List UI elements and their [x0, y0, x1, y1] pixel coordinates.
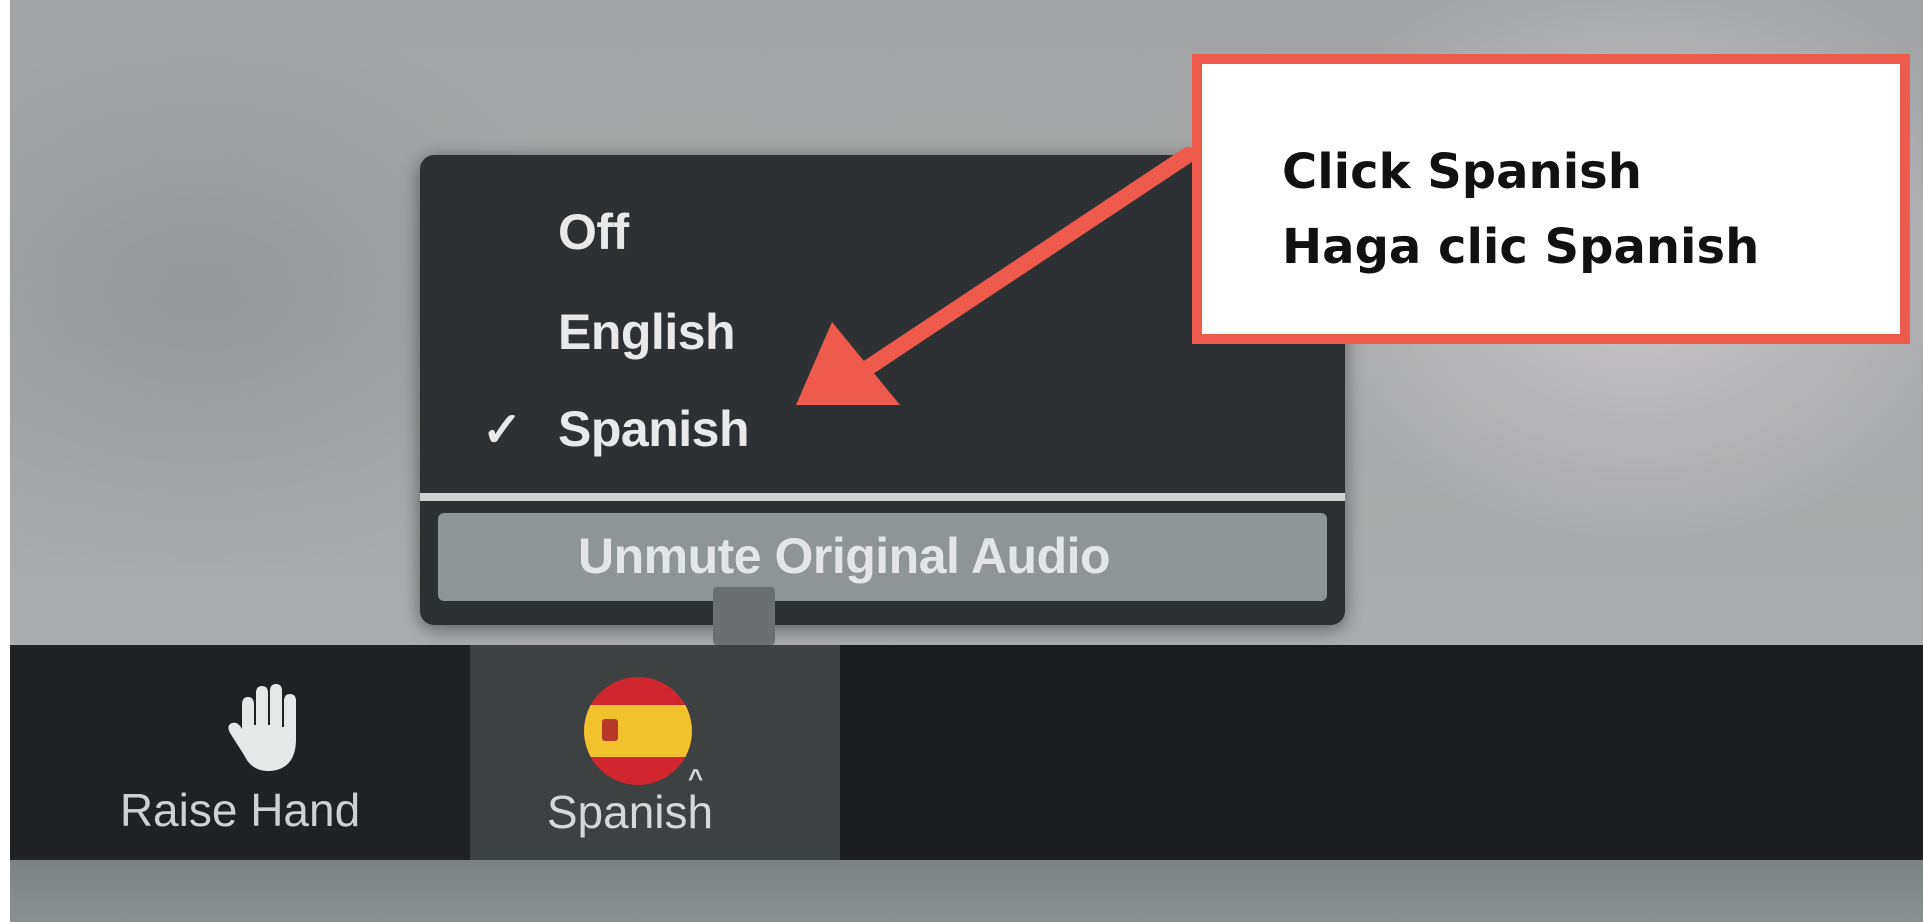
instruction-callout: Click Spanish Haga clic Spanish	[1192, 54, 1910, 344]
callout-line-spanish: Haga clic Spanish	[1282, 219, 1760, 275]
callout-line-english: Click Spanish	[1282, 144, 1642, 200]
